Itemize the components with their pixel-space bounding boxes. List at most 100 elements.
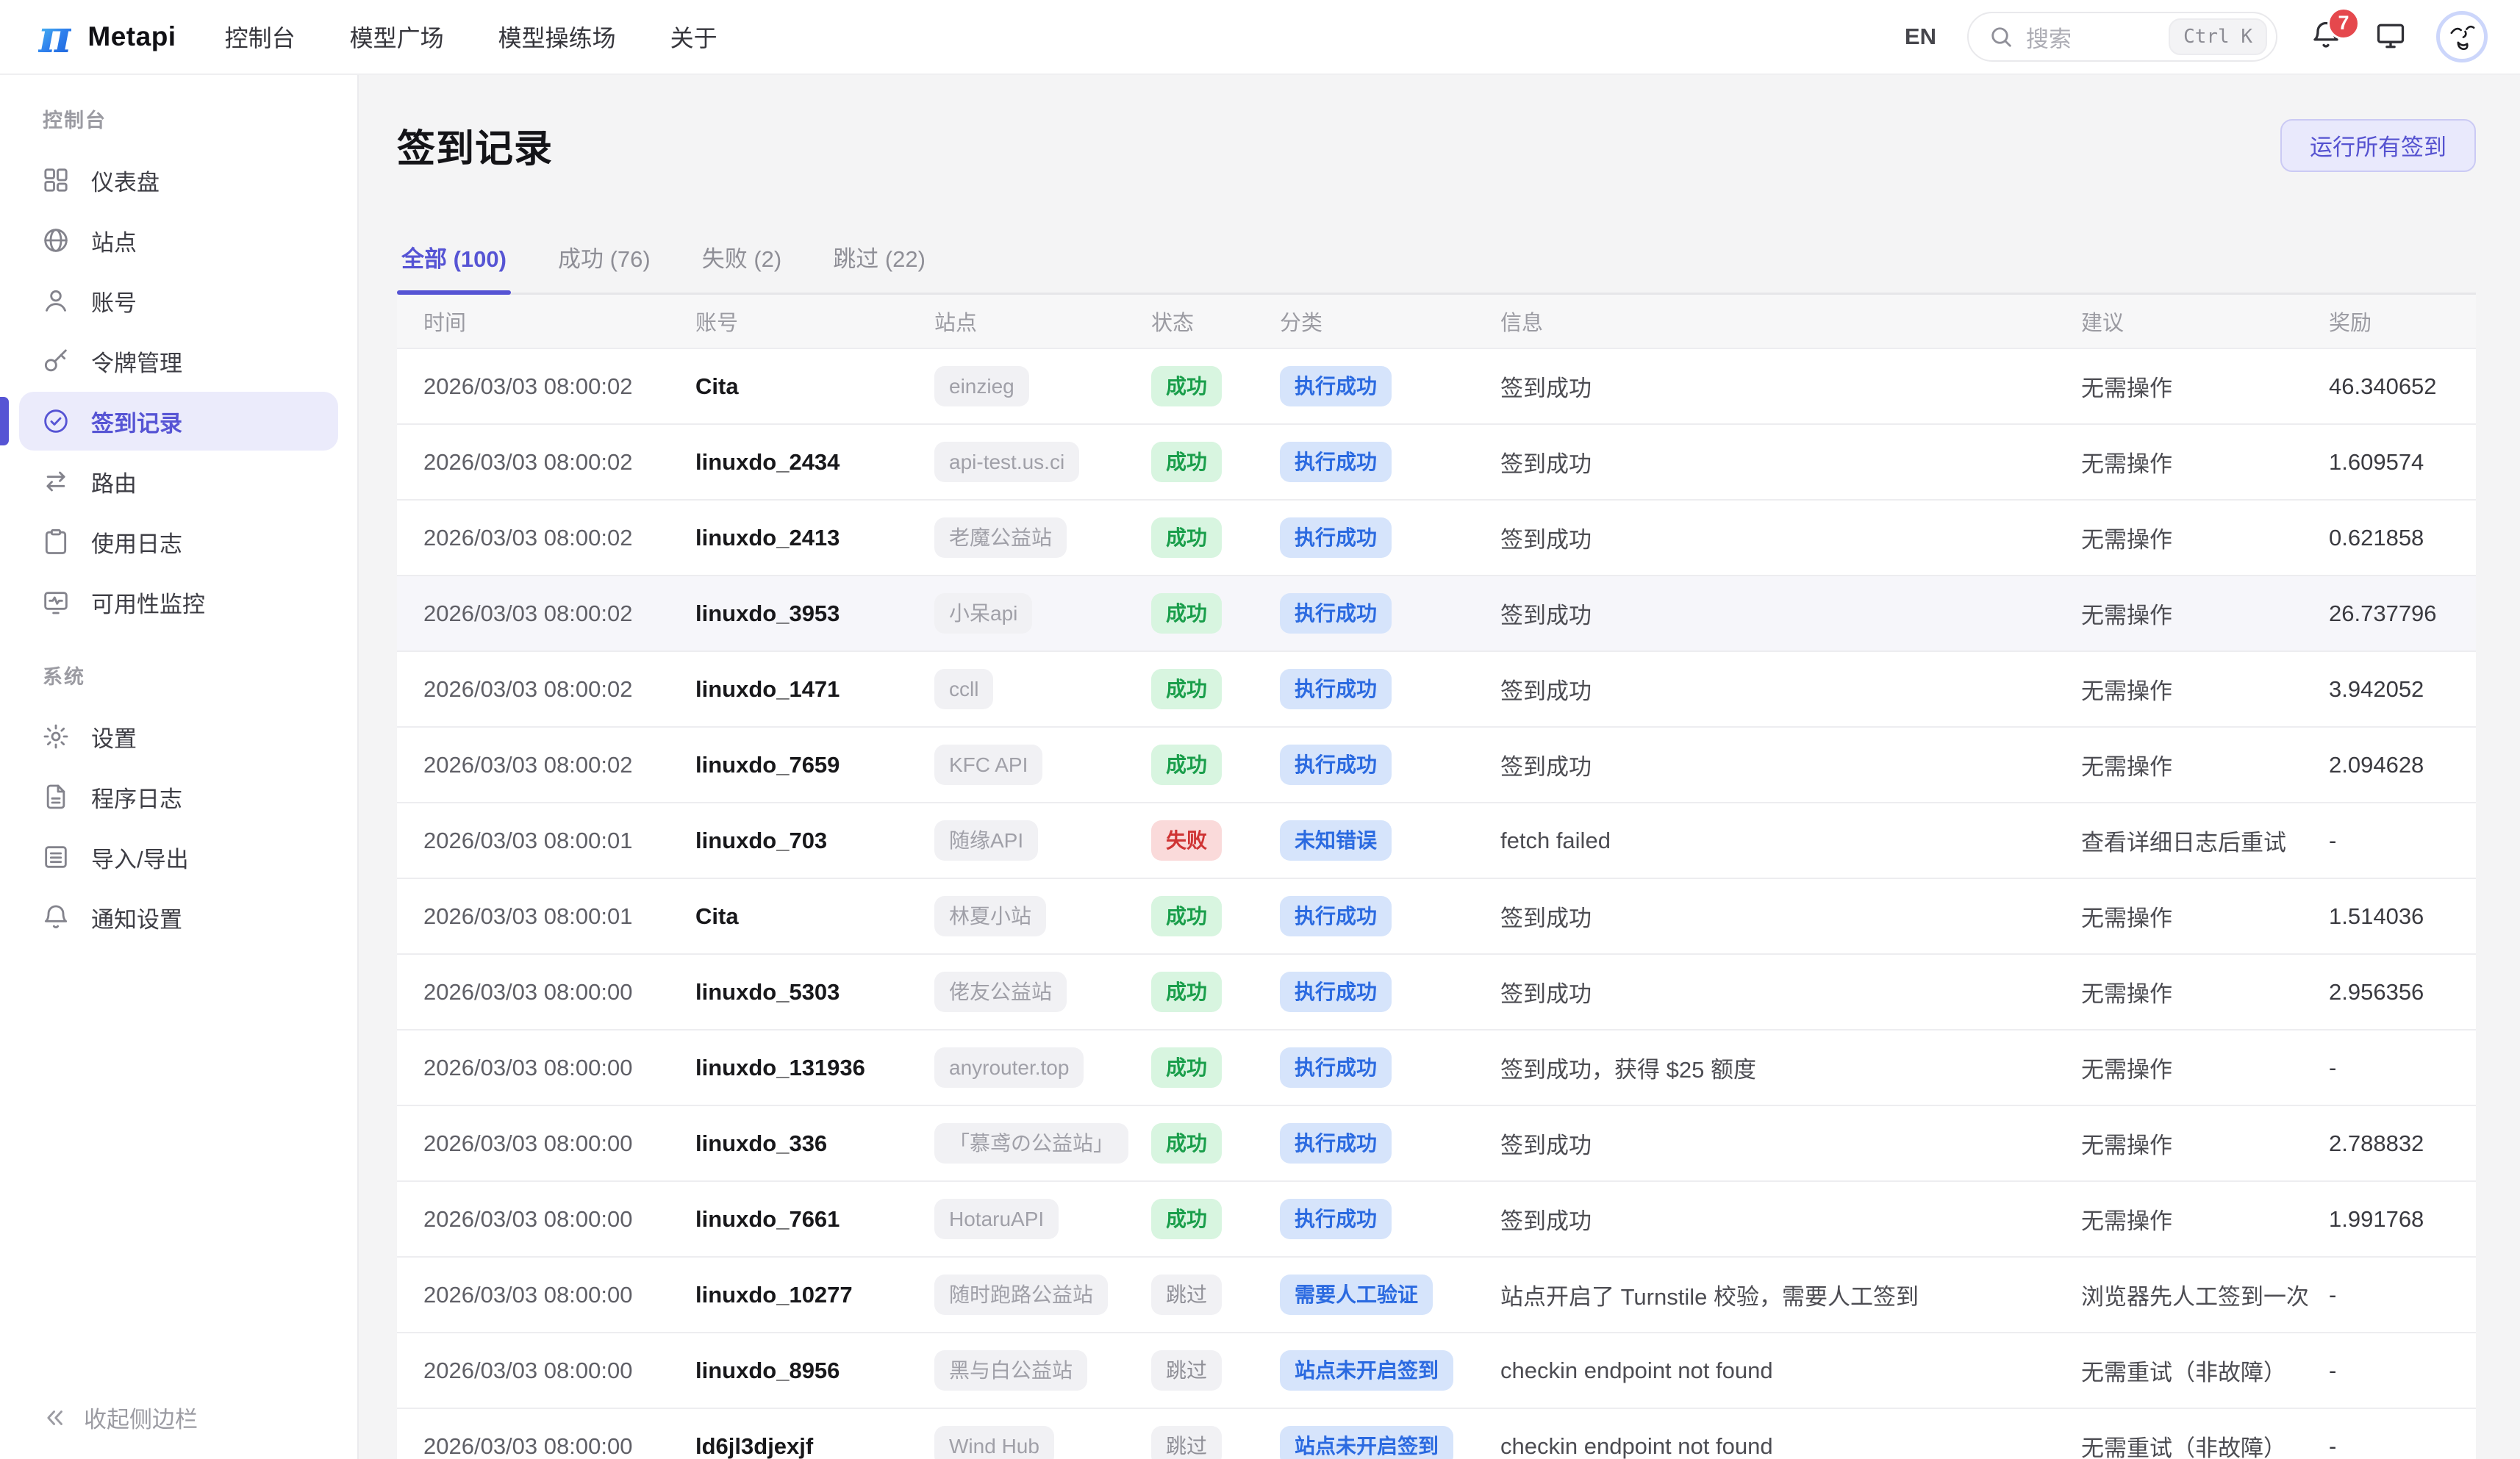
status-badge: 成功: [1151, 1047, 1222, 1088]
table-row[interactable]: 2026/03/03 08:00:00linuxdo_7661HotaruAPI…: [397, 1180, 2476, 1256]
cell-account: linuxdo_3953: [695, 601, 934, 627]
table-row[interactable]: 2026/03/03 08:00:01Cita林夏小站成功执行成功签到成功无需操…: [397, 878, 2476, 953]
sidebar-item-站点[interactable]: 站点: [19, 211, 338, 270]
active-indicator-bar: [0, 397, 9, 445]
cell-reward: 1.514036: [2329, 903, 2449, 930]
column-header-站点: 站点: [934, 306, 1151, 337]
table-header-row: 时间账号站点状态分类信息建议奖励: [397, 295, 2476, 348]
status-badge: 成功: [1151, 896, 1222, 936]
sidebar-item-使用日志[interactable]: 使用日志: [19, 512, 338, 571]
sidebar-item-签到记录[interactable]: 签到记录: [19, 392, 338, 451]
table-row[interactable]: 2026/03/03 08:00:00linuxdo_336「慕鸢の公益站」成功…: [397, 1105, 2476, 1180]
cell-message: 签到成功: [1500, 900, 2081, 933]
cell-status: 成功: [1151, 593, 1280, 634]
sidebar-item-label: 使用日志: [91, 526, 182, 559]
column-header-奖励: 奖励: [2329, 306, 2449, 337]
tab-1[interactable]: 成功 (76): [554, 240, 655, 293]
table-row[interactable]: 2026/03/03 08:00:02linuxdo_2413老魔公益站成功执行…: [397, 499, 2476, 575]
category-badge: 执行成功: [1280, 517, 1392, 558]
cell-account: Cita: [695, 373, 934, 400]
category-badge: 执行成功: [1280, 669, 1392, 709]
column-header-状态: 状态: [1151, 306, 1280, 337]
site-badge: Wind Hub: [934, 1426, 1054, 1459]
cell-message: checkin endpoint not found: [1500, 1358, 2081, 1384]
cell-message: 签到成功: [1500, 521, 2081, 554]
table-row[interactable]: 2026/03/03 08:00:02linuxdo_1471ccll成功执行成…: [397, 650, 2476, 726]
sidebar-section-label: 系统: [43, 661, 357, 689]
cell-category: 站点未开启签到: [1280, 1426, 1500, 1459]
run-all-checkins-button[interactable]: 运行所有签到: [2280, 119, 2476, 172]
status-badge: 失败: [1151, 820, 1222, 861]
checkin-records-table: 时间账号站点状态分类信息建议奖励 2026/03/03 08:00:02Cita…: [397, 295, 2476, 1459]
cell-time: 2026/03/03 08:00:00: [423, 1433, 695, 1459]
tab-2[interactable]: 失败 (2): [698, 240, 787, 293]
nav-link-0[interactable]: 控制台: [225, 20, 296, 54]
page-title: 签到记录: [397, 118, 553, 173]
cell-category: 执行成功: [1280, 593, 1500, 634]
dashboard-icon: [41, 165, 71, 195]
sidebar-item-仪表盘[interactable]: 仪表盘: [19, 151, 338, 209]
site-badge: 「慕鸢の公益站」: [934, 1123, 1128, 1164]
cell-status: 成功: [1151, 1047, 1280, 1088]
nav-link-3[interactable]: 关于: [670, 20, 717, 54]
search-input[interactable]: 搜索 Ctrl K: [1967, 12, 2277, 62]
site-badge: 林夏小站: [934, 896, 1046, 936]
route-icon: [41, 467, 71, 496]
language-toggle[interactable]: EN: [1905, 24, 1936, 50]
cell-time: 2026/03/03 08:00:02: [423, 525, 695, 551]
cell-account: Cita: [695, 903, 934, 930]
cell-account: linuxdo_7659: [695, 752, 934, 778]
sidebar-item-路由[interactable]: 路由: [19, 452, 338, 511]
table-row[interactable]: 2026/03/03 08:00:02linuxdo_7659KFC API成功…: [397, 726, 2476, 802]
cell-account: linuxdo_7661: [695, 1206, 934, 1233]
table-row[interactable]: 2026/03/03 08:00:00linuxdo_131936anyrout…: [397, 1029, 2476, 1105]
category-badge: 执行成功: [1280, 745, 1392, 785]
cell-site: 小呆api: [934, 593, 1151, 634]
cell-advice: 无需操作: [2081, 597, 2329, 630]
sidebar-item-label: 令牌管理: [91, 345, 182, 378]
table-row[interactable]: 2026/03/03 08:00:02linuxdo_2434api-test.…: [397, 423, 2476, 499]
table-row[interactable]: 2026/03/03 08:00:00ld6jl3djexjfWind Hub跳…: [397, 1408, 2476, 1459]
nav-link-2[interactable]: 模型操练场: [498, 20, 616, 54]
cell-time: 2026/03/03 08:00:01: [423, 828, 695, 854]
sidebar-item-令牌管理[interactable]: 令牌管理: [19, 331, 338, 390]
user-avatar[interactable]: [2436, 11, 2488, 62]
site-badge: 随时跑路公益站: [934, 1275, 1108, 1315]
table-row[interactable]: 2026/03/03 08:00:00linuxdo_8956黑与白公益站跳过站…: [397, 1332, 2476, 1408]
status-badge: 成功: [1151, 442, 1222, 482]
sidebar-item-label: 账号: [91, 284, 137, 318]
display-mode-button[interactable]: [2374, 19, 2407, 55]
tab-0[interactable]: 全部 (100): [397, 240, 511, 293]
monitor-icon: [2374, 19, 2407, 51]
sidebar-item-程序日志[interactable]: 程序日志: [19, 767, 338, 826]
cell-category: 执行成功: [1280, 896, 1500, 936]
column-header-账号: 账号: [695, 306, 934, 337]
key-icon: [41, 346, 71, 376]
sidebar-item-通知设置[interactable]: 通知设置: [19, 888, 338, 947]
table-row[interactable]: 2026/03/03 08:00:02Citaeinzieg成功执行成功签到成功…: [397, 348, 2476, 423]
sidebar-item-导入/导出[interactable]: 导入/导出: [19, 828, 338, 886]
cell-reward: 1.991768: [2329, 1206, 2449, 1233]
cell-message: 签到成功，获得 $25 额度: [1500, 1051, 2081, 1084]
notifications-button[interactable]: 7: [2310, 19, 2342, 55]
cell-account: linuxdo_2434: [695, 449, 934, 476]
cell-status: 跳过: [1151, 1275, 1280, 1315]
cell-time: 2026/03/03 08:00:02: [423, 449, 695, 476]
table-row[interactable]: 2026/03/03 08:00:00linuxdo_5303佬友公益站成功执行…: [397, 953, 2476, 1029]
main-content: 签到记录 运行所有签到 全部 (100) 成功 (76) 失败 (2) 跳过 (22)…: [359, 75, 2520, 1459]
bell-icon: [41, 903, 71, 932]
sidebar-item-设置[interactable]: 设置: [19, 707, 338, 766]
cell-site: HotaruAPI: [934, 1199, 1151, 1239]
sidebar-item-可用性监控[interactable]: 可用性监控: [19, 573, 338, 631]
nav-link-1[interactable]: 模型广场: [350, 20, 444, 54]
site-badge: anyrouter.top: [934, 1047, 1084, 1088]
site-badge: 随缘API: [934, 820, 1038, 861]
tab-3[interactable]: 跳过 (22): [828, 240, 930, 293]
sidebar-item-账号[interactable]: 账号: [19, 271, 338, 330]
collapse-sidebar-button[interactable]: 收起侧边栏: [43, 1401, 198, 1434]
table-row[interactable]: 2026/03/03 08:00:00linuxdo_10277随时跑路公益站跳…: [397, 1256, 2476, 1332]
cell-message: 签到成功: [1500, 975, 2081, 1008]
table-row[interactable]: 2026/03/03 08:00:02linuxdo_3953小呆api成功执行…: [397, 575, 2476, 650]
sidebar-item-label: 设置: [91, 720, 137, 753]
table-row[interactable]: 2026/03/03 08:00:01linuxdo_703随缘API失败未知错…: [397, 802, 2476, 878]
